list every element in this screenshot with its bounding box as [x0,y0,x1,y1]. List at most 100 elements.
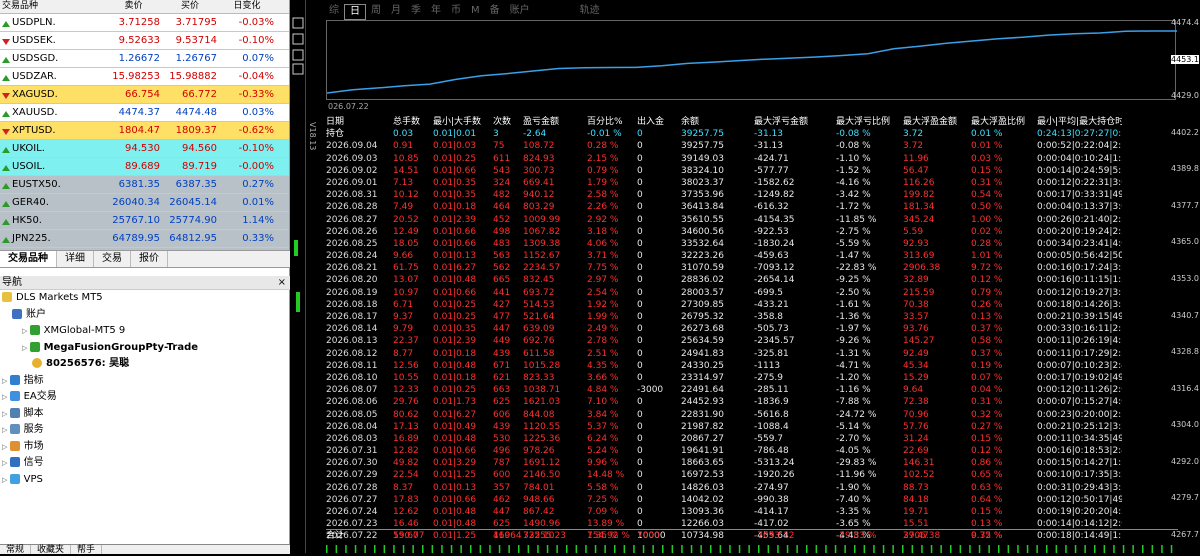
nav-item[interactable]: ▷ 信号 [0,455,290,472]
period-button[interactable]: 周 [366,4,386,20]
period-button[interactable]: 轨迹 [575,4,605,20]
nav-item[interactable]: ▷ MegaFusionGroupPty-Trade [0,340,290,357]
volume-bar [1103,545,1106,553]
cell-12: 0:00:10|0:17:35|3:28:34 [1037,470,1122,481]
cell-12: 0:00:33|0:16:11|2:15:13 [1037,324,1122,335]
quote-row[interactable]: XPTUSD. 1804.47 1809.37 -0.62% [0,122,289,140]
expand-icon[interactable]: ▷ [2,377,10,385]
cell-3: 625 [493,397,511,408]
quote-row[interactable]: USDZAR. 15.98253 15.98882 -0.04% [0,68,289,86]
quote-row[interactable]: USOIL. 89.689 89.719 -0.00% [0,158,289,176]
quote-row[interactable]: USDSGD. 1.26672 1.26767 0.07% [0,50,289,68]
nav-item[interactable]: DLS Markets MT5 [0,290,290,307]
quote-row[interactable]: USDSEK. 9.52633 9.53714 -0.10% [0,32,289,50]
cell-2: 0.01|0.66 [433,494,477,505]
quote-row[interactable]: XAUUSD. 4474.37 4474.48 0.03% [0,104,289,122]
cell-3: 3 [493,129,499,140]
nav-item[interactable]: ▷ 脚本 [0,406,290,423]
col-change[interactable]: 日变化 [220,0,277,13]
cell-0: 2026.08.13 [326,336,378,347]
cell-8: -2654.14 [754,275,795,286]
close-icon[interactable]: × [278,276,290,289]
tab-0[interactable]: 交易品种 [0,251,57,267]
cell-11: 0.54 % [971,190,1003,201]
expand-icon[interactable]: ▷ [2,476,10,484]
table-row: 2026.07.29 22.54 0.01|1.25 600 2146.50 14.48 … [326,469,1178,481]
quote-ask: 64812.95 [169,233,217,244]
cell-11: 0.01 % [971,141,1003,152]
price-tick: 4429.0 [1171,91,1199,101]
cell-0: 2026.08.17 [326,312,378,322]
cell-2: 0.01|0.35 [433,324,477,335]
cell-4: 2146.50 [523,470,561,481]
tab-2[interactable]: 交易 [94,251,131,267]
quote-row[interactable]: EUSTX50. 6381.35 6387.35 0.27% [0,176,289,194]
cell-3: 441 [493,287,511,298]
tool-icon[interactable] [292,49,304,61]
period-button[interactable]: 季 [406,4,426,20]
quote-row[interactable]: HK50. 25767.10 25774.90 1.14% [0,212,289,230]
volume-bar [998,545,1000,553]
cell-0: 2026.08.26 [326,226,378,237]
cell-3: 563 [493,251,511,262]
cell-8: -1113 [754,360,781,371]
nav-item[interactable]: ▷ EA交易 [0,389,290,406]
nav-item[interactable]: 账户 [0,307,290,324]
tool-icon[interactable] [292,33,304,45]
tab-1[interactable]: 详细 [57,251,94,267]
volume-bar [1122,545,1125,553]
quote-ask: 1.26767 [175,53,217,64]
nav-item[interactable]: ▷ XMGlobal-MT5 9 [0,323,290,340]
nav-item[interactable]: 80256576: 吴聪 [0,356,290,373]
quote-symbol: HK50. [0,215,107,226]
market-watch-header: 交易品种 卖价 买价 日变化 [0,0,289,14]
cell-0: 2026.09.03 [326,153,378,164]
nav-item[interactable]: ▷ 指标 [0,373,290,390]
expand-icon[interactable]: ▷ [2,410,10,418]
quote-row[interactable]: USDPLN. 3.71258 3.71795 -0.03% [0,14,289,32]
period-button[interactable]: 月 [386,4,406,20]
expand-icon[interactable]: ▷ [2,426,10,434]
period-button[interactable]: 账户 [505,4,535,20]
quote-row[interactable]: XAGUSD. 66.754 66.772 -0.33% [0,86,289,104]
volume-bars [326,545,1173,553]
period-button[interactable]: 币 [446,4,466,20]
volume-bar [662,545,664,553]
period-button[interactable]: M [466,4,485,20]
tool-icon[interactable] [292,17,304,29]
expand-icon[interactable]: ▷ [2,393,10,401]
volume-bar [681,545,683,553]
quote-row[interactable]: UKOIL. 94.530 94.560 -0.10% [0,140,289,158]
volume-bar [604,545,606,553]
tab-3[interactable]: 报价 [131,251,168,267]
nav-item[interactable]: ▷ 服务 [0,422,290,439]
period-button[interactable]: 综 [324,4,344,20]
volume-bar [671,545,674,553]
cell-1: 12.33 [393,385,419,396]
expand-icon[interactable]: ▷ [2,443,10,451]
col-symbol[interactable]: 交易品种 [0,0,107,13]
cell-12: 0:00:16|0:11:15|1:57:11 [1037,275,1122,286]
cell-9: -24.72 % [836,409,877,420]
chart-area[interactable]: 综日周月季年币 M 备账户 轨迹 026.07.22 V18.13 日期 总手数 最小|大… [306,0,1200,553]
quote-row[interactable]: GER40. 26040.34 26045.14 0.01% [0,194,289,212]
tool-icon[interactable] [292,63,304,75]
period-button[interactable]: 年 [426,4,446,20]
quote-symbol: USDZAR. [0,71,107,82]
expand-icon[interactable]: ▷ [22,344,30,352]
expand-icon[interactable]: ▷ [2,459,10,467]
nav-item[interactable]: ▷ 市场 [0,439,290,456]
col-ask[interactable]: 买价 [163,0,220,13]
expand-icon[interactable]: ▷ [22,327,30,335]
volume-bar [537,545,539,553]
period-button[interactable]: 日 [344,4,366,20]
cell-2: 0.01|0.01 [433,129,477,140]
period-button[interactable]: 备 [485,4,505,20]
col-bid[interactable]: 卖价 [107,0,163,13]
quote-row[interactable]: JPN225. 64789.95 64812.95 0.33% [0,230,289,248]
nav-item[interactable]: ▷ VPS [0,472,290,489]
volume-bar [1017,545,1019,553]
volume-bar [882,545,885,553]
cell-11: 0.31 % [971,177,1003,188]
period-button[interactable] [535,4,575,20]
